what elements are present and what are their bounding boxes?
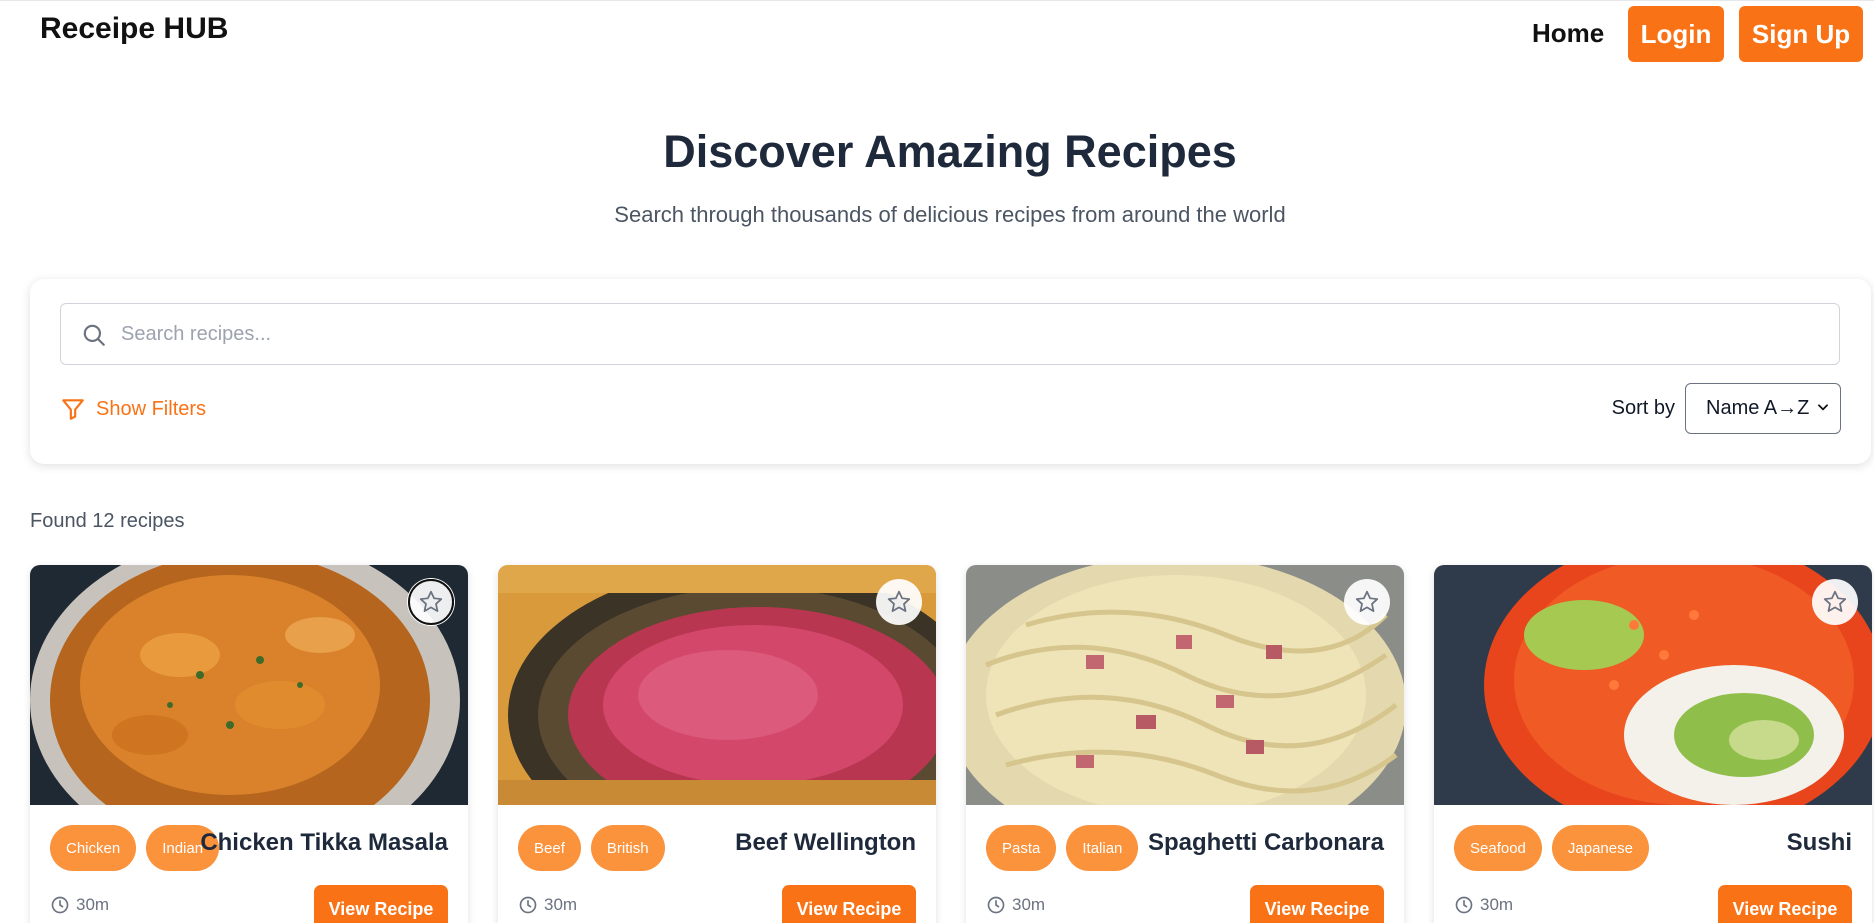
- search-panel: Show Filters Sort by Name A→Z: [30, 279, 1871, 464]
- recipe-image: [30, 565, 468, 805]
- clock-icon: [519, 896, 537, 914]
- recipe-title: Beef Wellington: [735, 829, 916, 856]
- sort-select[interactable]: Name A→Z: [1685, 383, 1841, 434]
- star-icon: [1823, 590, 1847, 612]
- login-button[interactable]: Login: [1628, 6, 1724, 62]
- sort-control: Sort by Name A→Z: [1612, 383, 1841, 434]
- page-subtitle: Search through thousands of delicious re…: [614, 202, 1286, 227]
- recipe-tag: Beef: [518, 825, 581, 871]
- search-input[interactable]: [121, 304, 1821, 364]
- recipe-tag: Chicken: [50, 825, 137, 871]
- recipe-card: Chicken Indian Chicken Tikka Masala 30m …: [30, 565, 468, 923]
- show-filters-button[interactable]: Show Filters: [60, 394, 206, 424]
- recipe-card: Beef British Beef Wellington 30m View Re…: [498, 565, 936, 923]
- recipe-title: Chicken Tikka Masala: [200, 829, 448, 856]
- recipe-title: Sushi: [1786, 829, 1852, 856]
- star-icon: [419, 590, 443, 612]
- recipe-card: Pasta Italian Spaghetti Carbonara 30m Vi…: [966, 565, 1404, 923]
- recipe-time-label: 30m: [76, 895, 110, 914]
- view-recipe-button[interactable]: View Recipe: [782, 885, 916, 923]
- recipe-tags: Seafood Japanese: [1454, 825, 1649, 871]
- site-header: Receipe HUB Home Login Sign Up: [0, 0, 1874, 72]
- recipe-tag: Italian: [1066, 825, 1139, 871]
- search-icon: [83, 324, 105, 346]
- view-recipe-button[interactable]: View Recipe: [1718, 885, 1852, 923]
- recipe-time: 30m: [986, 895, 1045, 915]
- recipe-time: 30m: [50, 895, 109, 915]
- favorite-button[interactable]: [1812, 579, 1858, 625]
- recipe-tag: British: [590, 825, 665, 871]
- clock-icon: [51, 896, 69, 914]
- sort-selected-value: Name A→Z: [1706, 397, 1810, 419]
- nav-home-link[interactable]: Home: [1532, 18, 1604, 49]
- recipe-image: [498, 565, 936, 805]
- recipe-title: Spaghetti Carbonara: [1147, 829, 1384, 856]
- recipe-time: 30m: [518, 895, 577, 915]
- view-recipe-button[interactable]: View Recipe: [314, 885, 448, 923]
- sort-label: Sort by: [1611, 397, 1675, 419]
- favorite-button[interactable]: [1344, 579, 1390, 625]
- recipe-tag: Pasta: [986, 825, 1057, 871]
- view-recipe-button[interactable]: View Recipe: [1250, 885, 1384, 923]
- recipe-tags: Pasta Italian: [986, 825, 1139, 871]
- search-box: [60, 303, 1840, 365]
- results-count: Found 12 recipes: [30, 510, 185, 532]
- recipe-time-label: 30m: [544, 895, 578, 914]
- clock-icon: [1455, 896, 1473, 914]
- clock-icon: [987, 896, 1005, 914]
- signup-button[interactable]: Sign Up: [1739, 6, 1863, 62]
- recipe-tag: Japanese: [1551, 825, 1649, 871]
- recipe-time-label: 30m: [1480, 895, 1514, 914]
- favorite-button[interactable]: [876, 579, 922, 625]
- recipe-tag: Seafood: [1454, 825, 1542, 871]
- star-icon: [1355, 590, 1379, 612]
- page-title: Discover Amazing Recipes: [663, 126, 1237, 177]
- recipe-time-label: 30m: [1012, 895, 1046, 914]
- recipe-card: Seafood Japanese Sushi 30m View Recipe: [1434, 565, 1872, 923]
- recipe-tags: Chicken Indian: [50, 825, 220, 871]
- recipe-image: [966, 565, 1404, 805]
- chevron-down-icon: [1818, 404, 1828, 411]
- recipe-tags: Beef British: [518, 825, 665, 871]
- recipe-time: 30m: [1454, 895, 1513, 915]
- recipe-image: [1434, 565, 1872, 805]
- show-filters-label: Show Filters: [96, 397, 207, 420]
- site-logo[interactable]: Receipe HUB: [40, 12, 228, 46]
- favorite-button[interactable]: [408, 579, 454, 625]
- filter-icon: [62, 399, 84, 420]
- star-icon: [887, 590, 911, 612]
